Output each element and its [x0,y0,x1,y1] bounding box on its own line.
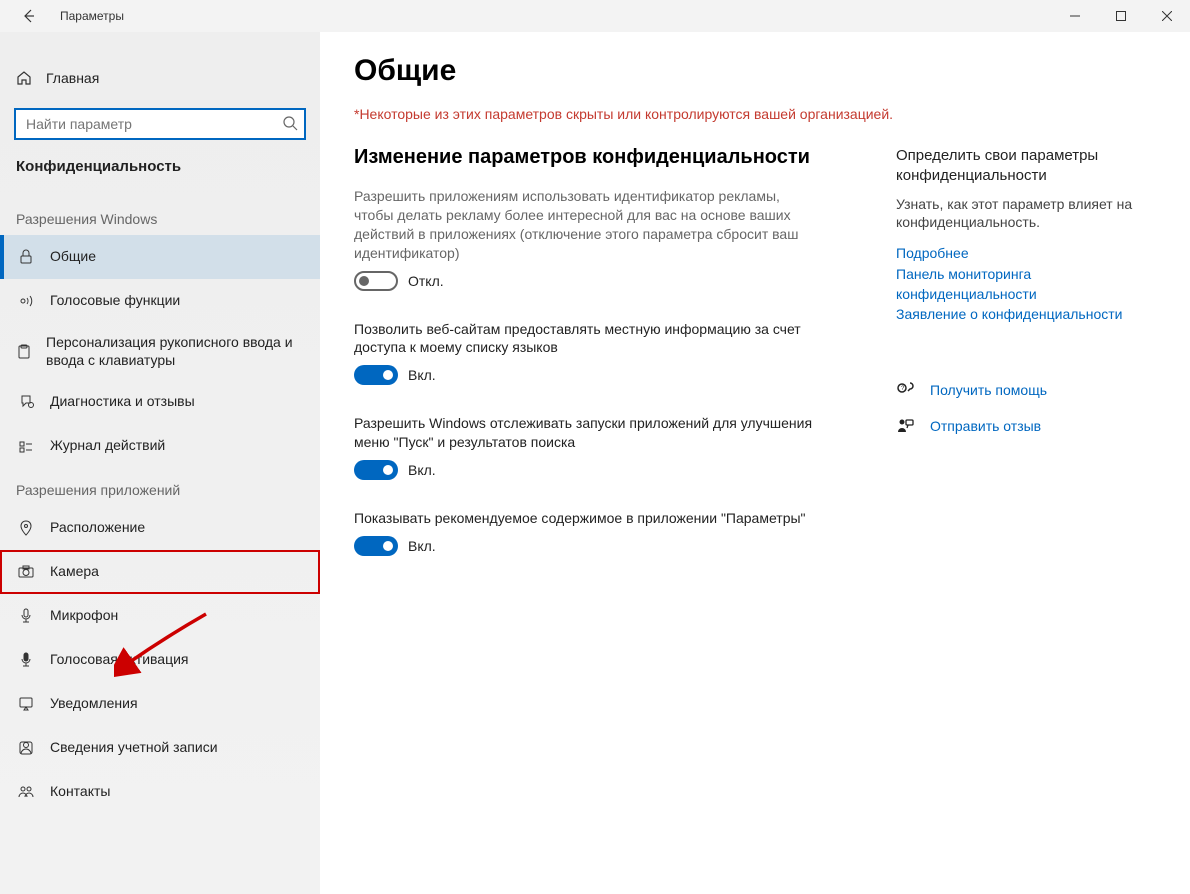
activity-icon [16,438,36,454]
home-link[interactable]: Главная [0,60,320,96]
page-title: Общие [354,54,1156,88]
group-apps-label: Разрешения приложений [0,468,320,506]
nav-label: Расположение [50,519,145,537]
toggle-ad-id[interactable]: Откл. [354,271,444,291]
nav-account-info[interactable]: Сведения учетной записи [0,726,320,770]
nav-inking[interactable]: Персонализация рукописного ввода и ввода… [0,323,320,380]
aside-link-statement[interactable]: Заявление о конфиденциальности [896,304,1156,324]
help-link-label: Получить помощь [930,382,1047,398]
section-title: Конфиденциальность [0,158,320,197]
nav-label: Голосовые функции [50,292,180,310]
nav-diagnostics[interactable]: Диагностика и отзывы [0,380,320,424]
nav-label: Камера [50,563,99,581]
contacts-icon [16,784,36,800]
nav-label: Уведомления [50,695,138,713]
toggle-label: Откл. [408,273,444,289]
aside-text: Узнать, как этот параметр влияет на конф… [896,195,1156,231]
feedback-person-icon [896,417,914,435]
toggle-label: Вкл. [408,538,436,554]
nav-label: Общие [50,248,96,266]
close-button[interactable] [1144,0,1190,32]
nav-location[interactable]: Расположение [0,506,320,550]
nav-voice-activation[interactable]: Голосовая активация [0,638,320,682]
close-icon [1162,11,1172,21]
aside-column: Определить свои параметры конфиденциальн… [896,146,1156,585]
setting-desc: Позволить веб-сайтам предоставлять местн… [354,320,814,358]
aside-link-dashboard[interactable]: Панель мониторинга конфиденциальности [896,264,1156,305]
location-icon [16,520,36,536]
search-wrap [14,108,306,140]
toggle-switch-icon [354,536,398,556]
nav-label: Контакты [50,783,110,801]
back-button[interactable] [16,4,40,28]
org-notice: *Некоторые из этих параметров скрыты или… [354,106,1156,122]
toggle-label: Вкл. [408,367,436,383]
nav-camera[interactable]: Камера [0,550,320,594]
nav-label: Персонализация рукописного ввода и ввода… [46,334,304,369]
setting-desc: Разрешить Windows отслеживать запуски пр… [354,414,814,452]
maximize-button[interactable] [1098,0,1144,32]
aside-title: Определить свои параметры конфиденциальн… [896,146,1156,185]
aside-link-more[interactable]: Подробнее [896,243,1156,263]
group-windows-label: Разрешения Windows [0,197,320,235]
setting-suggested-content: Показывать рекомендуемое содержимое в пр… [354,509,836,561]
toggle-label: Вкл. [408,462,436,478]
help-icon: ? [896,381,914,399]
notifications-icon [16,696,36,712]
sidebar: Главная Конфиденциальность Разрешения Wi… [0,32,320,894]
toggle-suggested-content[interactable]: Вкл. [354,536,436,556]
feedback-link-label: Отправить отзыв [930,418,1041,434]
lock-icon [16,249,36,265]
titlebar-title: Параметры [60,9,124,23]
feedback-icon [16,394,36,410]
setting-desc: Показывать рекомендуемое содержимое в пр… [354,509,814,528]
setting-app-launch: Разрешить Windows отслеживать запуски пр… [354,414,836,485]
nav-general[interactable]: Общие [0,235,320,279]
setting-ad-id: Разрешить приложениям использовать идент… [354,187,836,296]
toggle-switch-icon [354,460,398,480]
nav-contacts[interactable]: Контакты [0,770,320,814]
toggle-switch-icon [354,365,398,385]
help-links: ? Получить помощь Отправить отзыв [896,381,1156,435]
titlebar: Параметры [0,0,1190,32]
home-icon [16,70,32,86]
toggle-switch-icon [354,271,398,291]
window-controls [1052,0,1190,32]
clipboard-icon [16,344,32,360]
nav-microphone[interactable]: Микрофон [0,594,320,638]
toggle-language-list[interactable]: Вкл. [354,365,436,385]
voice-activation-icon [16,652,36,668]
main-column: Изменение параметров конфиденциальности … [354,146,836,585]
home-label: Главная [46,70,99,86]
sub-heading: Изменение параметров конфиденциальности [354,146,836,169]
content: Общие *Некоторые из этих параметров скры… [320,32,1190,894]
nav-activity[interactable]: Журнал действий [0,424,320,468]
minimize-button[interactable] [1052,0,1098,32]
search-input[interactable] [14,108,306,140]
nav-label: Сведения учетной записи [50,739,218,757]
setting-language-list: Позволить веб-сайтам предоставлять местн… [354,320,836,391]
nav-voice[interactable]: Голосовые функции [0,279,320,323]
nav-label: Голосовая активация [50,651,189,669]
minimize-icon [1070,11,1080,21]
account-icon [16,740,36,756]
toggle-app-launch[interactable]: Вкл. [354,460,436,480]
nav-label: Диагностика и отзывы [50,393,195,411]
camera-icon [16,564,36,580]
nav-notifications[interactable]: Уведомления [0,682,320,726]
microphone-icon [16,608,36,624]
voice-icon [16,293,36,309]
maximize-icon [1116,11,1126,21]
arrow-left-icon [21,9,35,23]
setting-desc: Разрешить приложениям использовать идент… [354,187,814,263]
nav-label: Микрофон [50,607,118,625]
get-help-link[interactable]: ? Получить помощь [896,381,1156,399]
send-feedback-link[interactable]: Отправить отзыв [896,417,1156,435]
nav-label: Журнал действий [50,437,165,455]
